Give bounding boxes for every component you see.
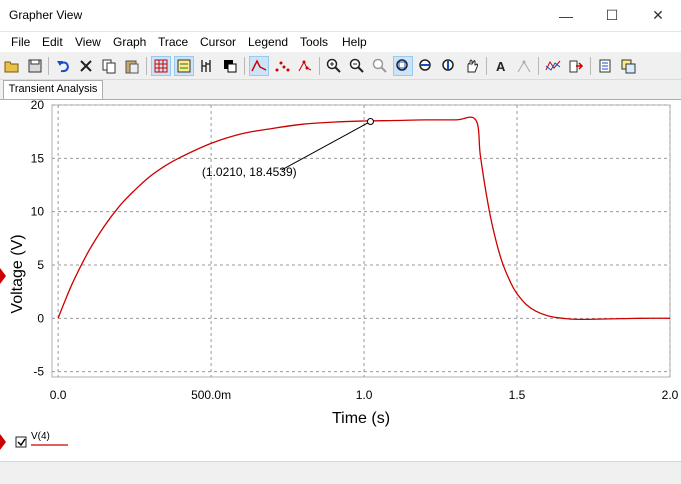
copy-graph-icon	[621, 59, 636, 74]
title-bar: Grapher View — ☐ ✕	[0, 0, 681, 32]
zoom-x-icon	[419, 59, 431, 71]
pan-button[interactable]	[462, 56, 482, 76]
undo-icon	[57, 61, 70, 73]
lines-button[interactable]	[249, 56, 269, 76]
undo-button[interactable]	[53, 56, 73, 76]
page-icon	[599, 59, 611, 73]
zoom-out-icon	[349, 58, 364, 73]
y-tick-label: 0	[37, 311, 44, 325]
save-button[interactable]	[25, 56, 45, 76]
zoom-full-button[interactable]	[370, 56, 390, 76]
legend-label: V(4)	[31, 431, 50, 442]
grid-button[interactable]	[151, 56, 171, 76]
properties-button[interactable]	[197, 56, 217, 76]
menu-graph[interactable]: Graph	[113, 35, 146, 49]
annotation-leader	[281, 121, 371, 171]
menu-cursor[interactable]: Cursor	[200, 35, 236, 49]
lines-icon	[251, 59, 267, 72]
text-icon: A	[496, 59, 506, 74]
y-tick-label: 15	[31, 151, 45, 165]
x-tick-label: 2.0	[662, 388, 679, 402]
minimize-button[interactable]: —	[543, 0, 589, 31]
zoom-y-button[interactable]	[439, 56, 459, 76]
trace-marker	[0, 268, 6, 284]
menu-bar: File Edit View Graph Trace Cursor Legend…	[0, 32, 681, 52]
y-axis-label: Voltage (V)	[9, 234, 26, 313]
label-button[interactable]	[514, 56, 534, 76]
cut-icon	[80, 60, 92, 72]
menu-file[interactable]: File	[11, 35, 30, 49]
maximize-button[interactable]: ☐	[589, 0, 635, 31]
plot-area	[51, 104, 671, 378]
status-bar	[0, 461, 681, 484]
y-tick-label: -5	[33, 365, 44, 379]
toolbar: A	[0, 53, 681, 80]
y-tick-label: 5	[37, 258, 44, 272]
graph-panel: 0.0 500.0m 1.0 1.5 2.0 -5 0 5 10 15 20 (1.0210, 18…	[0, 98, 681, 462]
x-tick-label: 0.0	[50, 388, 67, 402]
save-icon	[28, 59, 42, 73]
page-button[interactable]	[595, 56, 615, 76]
x-tick-label: 1.5	[509, 388, 526, 402]
legend-marker	[0, 434, 6, 450]
zoom-x-button[interactable]	[416, 56, 436, 76]
menu-help[interactable]: Help	[342, 35, 367, 49]
export-icon	[569, 60, 584, 73]
pan-icon	[467, 59, 478, 73]
menu-legend[interactable]: Legend	[248, 35, 288, 49]
x-axis-label: Time (s)	[332, 410, 390, 427]
minimize-icon: —	[559, 7, 573, 24]
properties-icon	[201, 60, 211, 72]
points-icon	[275, 61, 290, 72]
x-tick-label: 1.0	[356, 388, 373, 402]
zoom-area-button[interactable]	[393, 56, 413, 76]
maximize-icon: ☐	[605, 7, 619, 23]
legend-icon	[177, 59, 191, 73]
zoom-full-icon	[372, 58, 387, 73]
y-tick-label: 20	[31, 100, 45, 112]
points-button[interactable]	[272, 56, 292, 76]
reverse-colors-icon	[224, 60, 237, 73]
lines-points-button[interactable]	[295, 56, 315, 76]
reverse-colors-button[interactable]	[220, 56, 240, 76]
legend: V(4)	[0, 431, 68, 450]
chart-svg[interactable]: 0.0 500.0m 1.0 1.5 2.0 -5 0 5 10 15 20 (1.0210, 18…	[0, 98, 681, 462]
paste-icon	[125, 60, 139, 74]
menu-tools[interactable]: Tools	[300, 35, 328, 49]
tab-transient-analysis[interactable]: Transient Analysis	[3, 80, 103, 99]
zoom-area-icon	[396, 59, 408, 71]
close-icon: ✕	[652, 7, 664, 23]
copy-button[interactable]	[99, 56, 119, 76]
lines-points-icon	[298, 60, 312, 72]
export-button[interactable]	[566, 56, 586, 76]
menu-edit[interactable]: Edit	[42, 35, 63, 49]
label-icon	[517, 60, 531, 73]
y-tick-label: 10	[31, 205, 45, 219]
annotation-point[interactable]	[366, 117, 374, 125]
zoom-in-icon	[326, 58, 341, 73]
menu-view[interactable]: View	[75, 35, 101, 49]
close-button[interactable]: ✕	[635, 0, 681, 31]
legend-button[interactable]	[174, 56, 194, 76]
text-button[interactable]: A	[491, 56, 511, 76]
zoom-y-icon	[442, 59, 454, 71]
cut-button[interactable]	[76, 56, 96, 76]
svg-text:A: A	[496, 59, 506, 74]
window-title: Grapher View	[9, 8, 83, 22]
zoom-in-button[interactable]	[324, 56, 344, 76]
copy-icon	[102, 59, 116, 74]
open-icon	[4, 61, 19, 73]
annotation-label[interactable]: (1.0210, 18.4539)	[202, 165, 297, 179]
overlay-icon	[545, 60, 561, 71]
x-tick-label: 500.0m	[191, 388, 231, 402]
overlay-button[interactable]	[543, 56, 563, 76]
paste-button[interactable]	[122, 56, 142, 76]
menu-trace[interactable]: Trace	[158, 35, 188, 49]
zoom-out-button[interactable]	[347, 56, 367, 76]
grid-icon	[154, 59, 168, 73]
tab-label: Transient Analysis	[8, 83, 98, 95]
open-button[interactable]	[2, 56, 22, 76]
copy-graph-button[interactable]	[618, 56, 638, 76]
